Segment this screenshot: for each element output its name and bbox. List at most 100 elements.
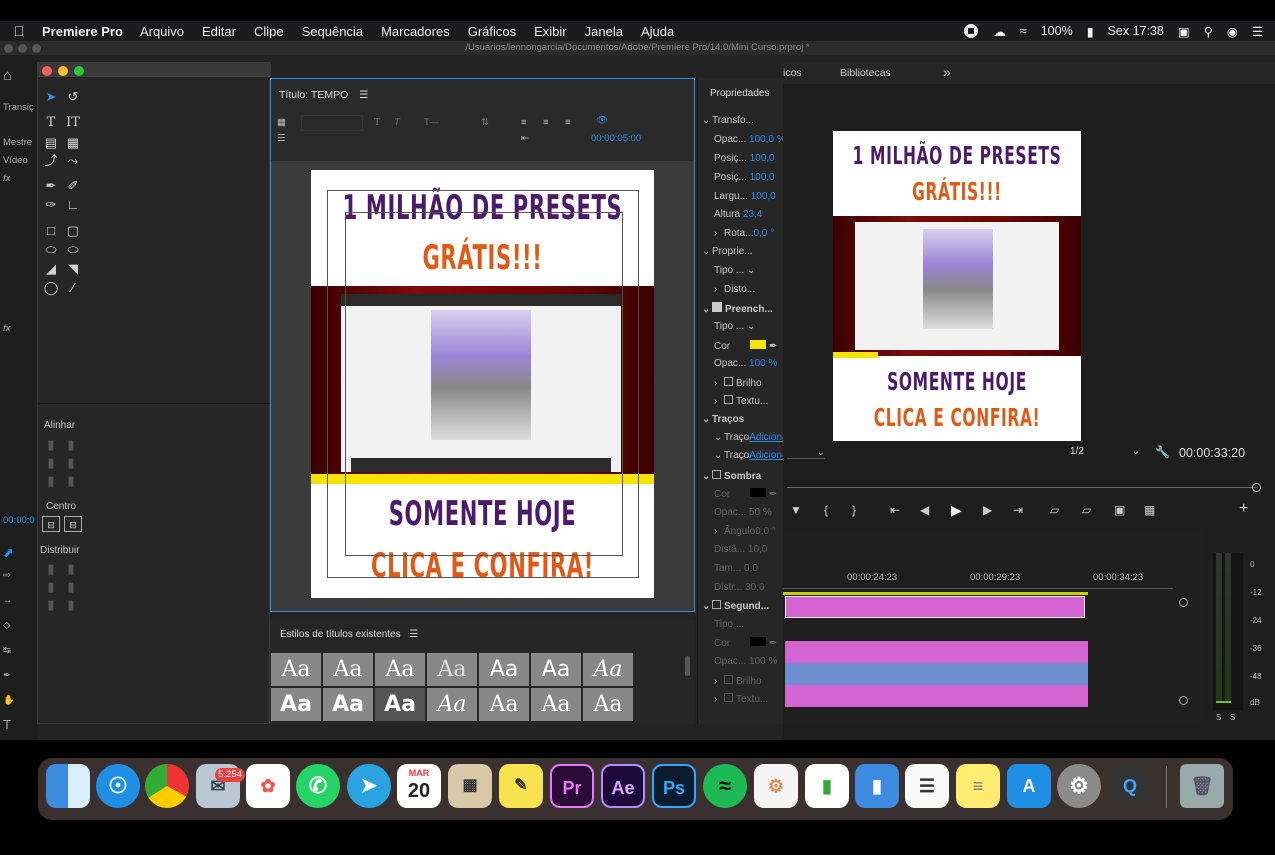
work-area-bar[interactable] bbox=[783, 592, 1088, 595]
show-background-video-icon[interactable]: 👁 bbox=[596, 115, 608, 126]
dropdown-icon[interactable]: ⌄ bbox=[747, 321, 755, 332]
spotlight-search-icon[interactable]: ⚲ bbox=[1204, 24, 1213, 39]
display-icon[interactable]: ▣ bbox=[1178, 24, 1190, 39]
distribute-middle-icon[interactable]: ▮ bbox=[62, 579, 80, 595]
panel-menu-icon[interactable]: ☰ bbox=[409, 629, 418, 640]
eyedropper-icon[interactable]: ✒ bbox=[769, 489, 777, 500]
effect-controls-master[interactable]: Mestre bbox=[3, 137, 32, 148]
camera-icon[interactable]: ▣ bbox=[1114, 503, 1125, 517]
reminders-icon[interactable]: ☰ bbox=[905, 764, 949, 808]
title-panel-name[interactable]: Título: TEMPO bbox=[279, 89, 348, 101]
style-swatch[interactable]: Aa bbox=[427, 653, 477, 686]
time-ruler[interactable] bbox=[783, 588, 1173, 589]
notification-icon[interactable]: ☁ bbox=[993, 24, 1006, 39]
menu-clipe[interactable]: Clipe bbox=[245, 24, 293, 39]
numbers-icon[interactable]: ▮ bbox=[805, 764, 849, 808]
vertical-type-tool-icon[interactable]: IT bbox=[64, 115, 82, 131]
effects-tab[interactable]: Transiç bbox=[3, 102, 34, 113]
control-list-icon[interactable]: ☰ bbox=[1252, 24, 1263, 39]
wifi-icon[interactable]: ≈ bbox=[1020, 24, 1027, 38]
type-tool-icon[interactable]: T bbox=[42, 115, 60, 131]
fill-section[interactable]: ⌄ Preench... bbox=[702, 302, 788, 316]
style-swatch[interactable]: Aa bbox=[323, 653, 373, 686]
selection-tool-icon[interactable]: ➤ bbox=[42, 89, 60, 105]
wrench-icon[interactable]: 🔧 bbox=[1155, 445, 1170, 459]
style-swatch[interactable]: Aa bbox=[479, 688, 529, 721]
pen-tool-icon[interactable]: ✒ bbox=[3, 670, 11, 681]
pen-tool-icon[interactable]: ✒ bbox=[42, 178, 60, 194]
quicktime-icon[interactable]: Q bbox=[1108, 764, 1152, 808]
menu-editar[interactable]: Editar bbox=[193, 24, 245, 39]
width-value[interactable]: 100,0 bbox=[751, 191, 776, 202]
italic-icon[interactable]: T bbox=[394, 117, 400, 128]
shadow-spread-value[interactable]: 30,0 bbox=[745, 582, 764, 593]
menu-marcadores[interactable]: Marcadores bbox=[372, 24, 459, 39]
extract-icon[interactable]: ▱ bbox=[1082, 503, 1091, 517]
premiere-pro-icon[interactable]: Pr bbox=[550, 764, 594, 808]
step-forward-icon[interactable]: ▶ bbox=[983, 503, 992, 517]
go-to-out-icon[interactable]: ⇥ bbox=[1013, 503, 1023, 517]
style-swatch[interactable]: Aa bbox=[583, 688, 633, 721]
align-top-icon[interactable]: ▮ bbox=[62, 437, 80, 453]
center-vertical-icon[interactable]: ⊟ bbox=[64, 516, 82, 532]
marker-icon[interactable]: ▼ bbox=[790, 503, 802, 517]
distribute-center-icon[interactable]: ▮ bbox=[42, 579, 60, 595]
track-select-icon[interactable]: ⇨ bbox=[3, 570, 11, 581]
main-window-close-button[interactable] bbox=[4, 44, 13, 53]
title-graphic[interactable]: 1 MILHÃO DE PRESETS GRÁTIS!!! SOMENTE HO… bbox=[311, 170, 654, 598]
menu-ajuda[interactable]: Ajuda bbox=[632, 24, 683, 39]
keynote-icon[interactable]: ▮ bbox=[855, 764, 899, 808]
convert-anchor-tool-icon[interactable]: ∟ bbox=[64, 197, 82, 213]
align-center-v-icon[interactable]: ▮ bbox=[62, 455, 80, 471]
telegram-icon[interactable]: ➤ bbox=[347, 764, 391, 808]
arc-tool-icon[interactable]: ◥ bbox=[64, 261, 82, 277]
roll-crawl-icon[interactable]: ☰ bbox=[277, 133, 286, 144]
align-text-right-icon[interactable]: ≡ bbox=[565, 117, 571, 128]
clock[interactable]: Sex 17:38 bbox=[1108, 24, 1164, 38]
add-anchor-tool-icon[interactable]: ✐ bbox=[64, 178, 82, 194]
siri-icon[interactable]: ◉ bbox=[1227, 24, 1238, 39]
stickies-icon[interactable]: ✎ bbox=[499, 764, 543, 808]
after-effects-icon[interactable]: Ae bbox=[601, 764, 645, 808]
resolution-select[interactable]: 1/2 ⌄ bbox=[1070, 446, 1144, 460]
apple-menu-icon[interactable]:  bbox=[0, 23, 38, 39]
minimize-button[interactable] bbox=[58, 66, 68, 76]
style-swatch[interactable]: Aa bbox=[479, 653, 529, 686]
tab-graficos[interactable]: icos bbox=[783, 67, 802, 79]
zoom-button[interactable] bbox=[74, 66, 84, 76]
comparison-view-icon[interactable]: ▦ bbox=[1144, 503, 1155, 517]
eyedropper-icon[interactable]: ✒ bbox=[769, 341, 777, 352]
rounded-rect-tool-icon[interactable]: ▢ bbox=[64, 223, 82, 239]
font-family-select[interactable] bbox=[301, 115, 363, 131]
second-checkbox[interactable] bbox=[712, 600, 721, 609]
vertical-path-type-tool-icon[interactable]: ⤳ bbox=[64, 153, 82, 169]
selection-tool-icon[interactable]: ⬈ bbox=[3, 545, 14, 561]
razor-tool-icon[interactable]: ◇ bbox=[3, 620, 10, 631]
system-preferences-icon[interactable]: ⚙ bbox=[1057, 764, 1101, 808]
solo-button[interactable]: S bbox=[1230, 713, 1235, 722]
menu-janela[interactable]: Janela bbox=[576, 24, 632, 39]
menu-sequencia[interactable]: Sequência bbox=[293, 24, 372, 39]
align-bottom-icon[interactable]: ▮ bbox=[62, 473, 80, 489]
kerning-icon[interactable]: ⇅ bbox=[481, 117, 489, 128]
path-type-tool-icon[interactable]: ⤴ bbox=[42, 153, 60, 169]
align-text-center-icon[interactable]: ≡ bbox=[543, 117, 549, 128]
chrome-icon[interactable] bbox=[145, 764, 189, 808]
center-horizontal-icon[interactable]: ⊟ bbox=[42, 516, 60, 532]
second-section[interactable]: ⌄ Segund... bbox=[702, 600, 788, 614]
shadow-checkbox[interactable] bbox=[712, 470, 721, 479]
fill-opacity-value[interactable]: 100 % bbox=[749, 358, 777, 369]
notes-icon[interactable]: ≡ bbox=[956, 764, 1000, 808]
mark-out-icon[interactable]: } bbox=[852, 503, 856, 517]
screen-record-icon[interactable] bbox=[963, 24, 979, 38]
shadow-opacity-value[interactable]: 50 % bbox=[749, 507, 772, 518]
step-back-icon[interactable]: ◀ bbox=[920, 503, 929, 517]
playhead-end-icon[interactable] bbox=[1252, 483, 1261, 492]
align-left-icon[interactable]: ▮ bbox=[42, 437, 60, 453]
posy-value[interactable]: 100,0 bbox=[750, 172, 775, 183]
distribute-right-icon[interactable]: ▮ bbox=[42, 597, 60, 613]
style-swatch[interactable]: Aa bbox=[271, 653, 321, 686]
shadow-angle-value[interactable]: 0,0 ° bbox=[755, 526, 776, 537]
posx-value[interactable]: 100,0 bbox=[750, 153, 775, 164]
eyedropper-icon[interactable]: ✒ bbox=[769, 638, 777, 649]
